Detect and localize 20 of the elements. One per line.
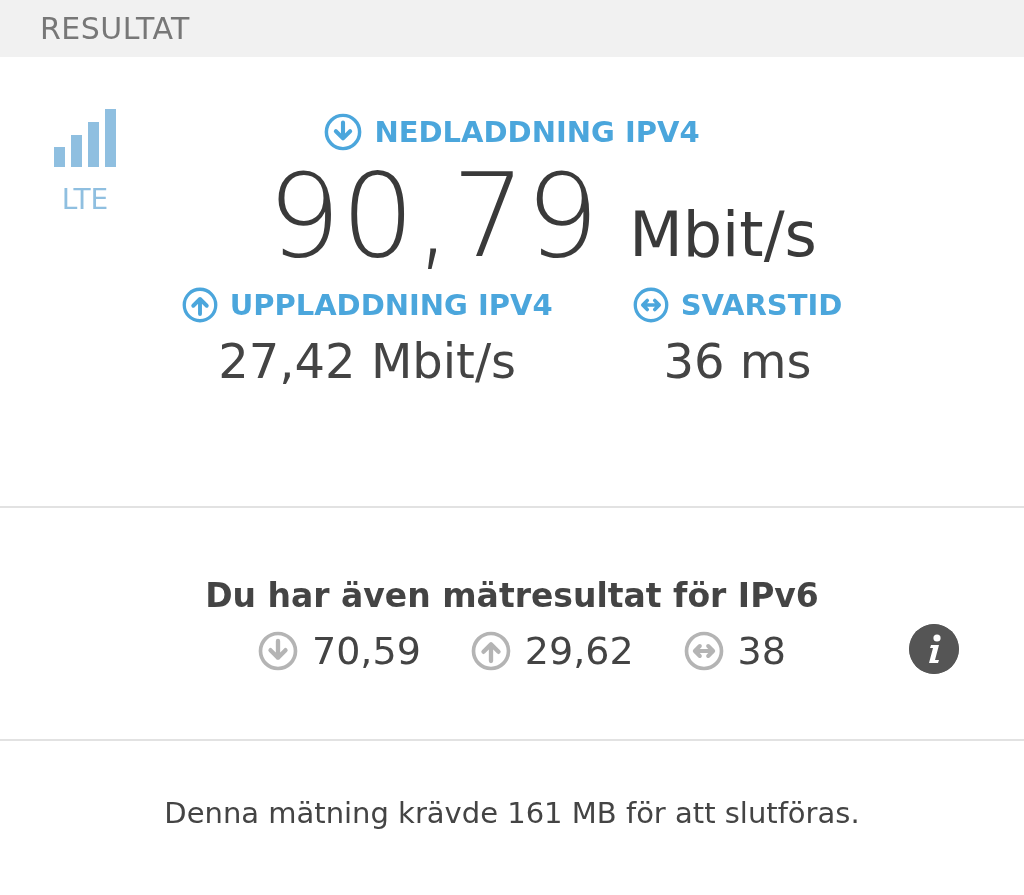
- ipv6-value: 38: [737, 629, 786, 673]
- download-icon: [324, 113, 363, 151]
- metric-label: SVARSTID: [680, 287, 843, 322]
- metric-label: UPPLADDNING IPV4: [229, 287, 553, 322]
- header-title: RESULTAT: [40, 11, 190, 46]
- data-usage-note: Denna mätning krävde 161 MB för att slutföras.: [164, 796, 860, 830]
- network-type: LTE: [61, 183, 109, 216]
- upload-icon: [470, 631, 511, 671]
- download-value: 90,79: [267, 155, 600, 277]
- info-icon[interactable]: [909, 624, 959, 674]
- upload-icon: [181, 286, 218, 323]
- download-unit: Mbit/s: [629, 198, 817, 271]
- metric-value: 27,42 Mbit/s: [218, 332, 517, 389]
- metric-value: 36 ms: [663, 332, 812, 389]
- ipv6-value: 29,62: [524, 629, 634, 673]
- ipv6-title: Du har även mätresultat för IPv6: [205, 576, 819, 615]
- download-label: NEDLADDNING IPV4: [374, 115, 700, 149]
- download-icon: [258, 631, 298, 671]
- ipv6-value: 70,59: [312, 629, 421, 673]
- signal-bars-icon: [54, 109, 116, 167]
